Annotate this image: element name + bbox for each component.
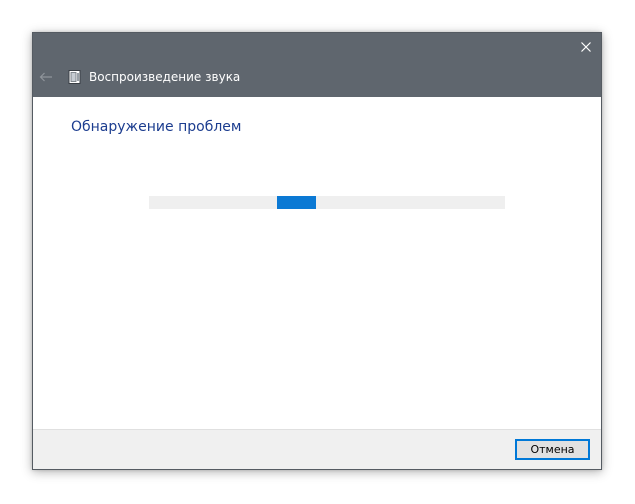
close-button[interactable] — [571, 33, 601, 61]
dialog-footer: Отмена — [33, 429, 601, 469]
back-arrow-icon — [39, 72, 52, 82]
progress-bar-fill — [277, 196, 317, 209]
page-heading: Обнаружение проблем — [71, 119, 242, 135]
close-icon — [581, 42, 591, 52]
troubleshooter-icon — [68, 70, 81, 84]
progress-bar — [149, 196, 505, 209]
troubleshooter-dialog: Воспроизведение звука Обнаружение пробле… — [32, 32, 602, 470]
cancel-button[interactable]: Отмена — [515, 439, 590, 460]
title-bar: Воспроизведение звука — [33, 33, 601, 97]
back-button[interactable] — [38, 70, 54, 84]
main-content: Обнаружение проблем — [33, 97, 601, 430]
window-title: Воспроизведение звука — [89, 70, 241, 84]
